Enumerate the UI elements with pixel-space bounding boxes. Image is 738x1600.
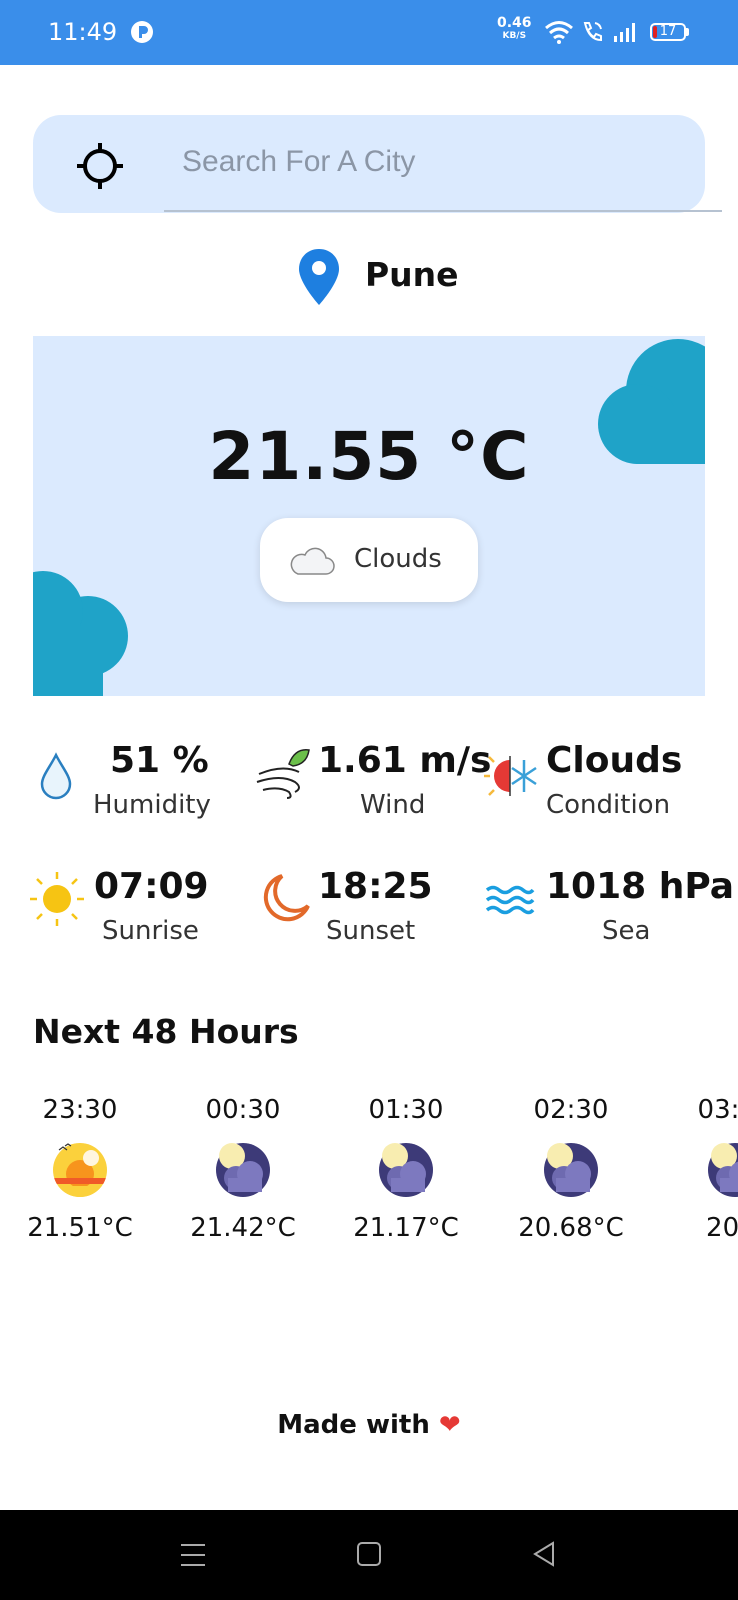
night-cloudy-icon xyxy=(544,1143,598,1197)
cloud-icon xyxy=(290,547,335,575)
network-speed: 0.46 KB/S xyxy=(497,15,532,41)
menu-icon[interactable] xyxy=(180,1542,206,1568)
status-bar: 11:49 0.46 KB/S 17 xyxy=(0,0,738,65)
current-location-icon[interactable] xyxy=(75,141,125,191)
back-icon[interactable] xyxy=(531,1541,557,1567)
hourly-forecast-list[interactable]: 23:30 21.51°C 00:30 21.42°C 01:30 21.17°… xyxy=(0,1095,738,1255)
city-name: Pune xyxy=(365,255,459,294)
wind-leaf-icon xyxy=(256,749,310,799)
battery-cap xyxy=(686,28,689,36)
water-drop-icon xyxy=(40,752,72,800)
map-pin-icon xyxy=(299,249,339,305)
condition-chip: Clouds xyxy=(260,518,478,602)
search-input[interactable] xyxy=(148,137,688,187)
app-notification-icon xyxy=(131,21,153,43)
home-icon[interactable] xyxy=(356,1541,382,1567)
sunset-weather-icon xyxy=(53,1143,107,1197)
forecast-title: Next 48 Hours xyxy=(33,1012,299,1051)
heart-icon: ❤ xyxy=(438,1410,461,1440)
waves-icon xyxy=(485,885,535,915)
wifi-calling-icon xyxy=(583,22,602,42)
condition-text: Clouds xyxy=(354,544,442,574)
search-bar xyxy=(33,115,722,213)
search-underline xyxy=(164,210,722,212)
sun-icon xyxy=(30,872,84,926)
hot-cold-icon xyxy=(484,756,537,796)
status-time: 11:49 xyxy=(48,18,118,46)
night-cloudy-icon xyxy=(379,1143,433,1197)
footer-text: Made with xyxy=(277,1410,430,1440)
battery-icon: 17 xyxy=(650,23,686,41)
location-header: Pune xyxy=(0,245,738,305)
wifi-icon xyxy=(545,21,573,44)
moon-icon xyxy=(263,874,310,922)
system-nav-bar xyxy=(0,1510,738,1600)
night-cloudy-icon xyxy=(216,1143,270,1197)
current-weather-card: 21.55 °C Clouds xyxy=(33,336,705,696)
cloud-decoration-bottom-left xyxy=(33,571,128,696)
footer-credit: Made with ❤ xyxy=(0,1410,738,1440)
night-cloudy-icon xyxy=(708,1143,738,1197)
current-temperature: 21.55 °C xyxy=(208,418,530,495)
battery-level: 17 xyxy=(659,24,677,39)
signal-icon xyxy=(614,23,635,42)
